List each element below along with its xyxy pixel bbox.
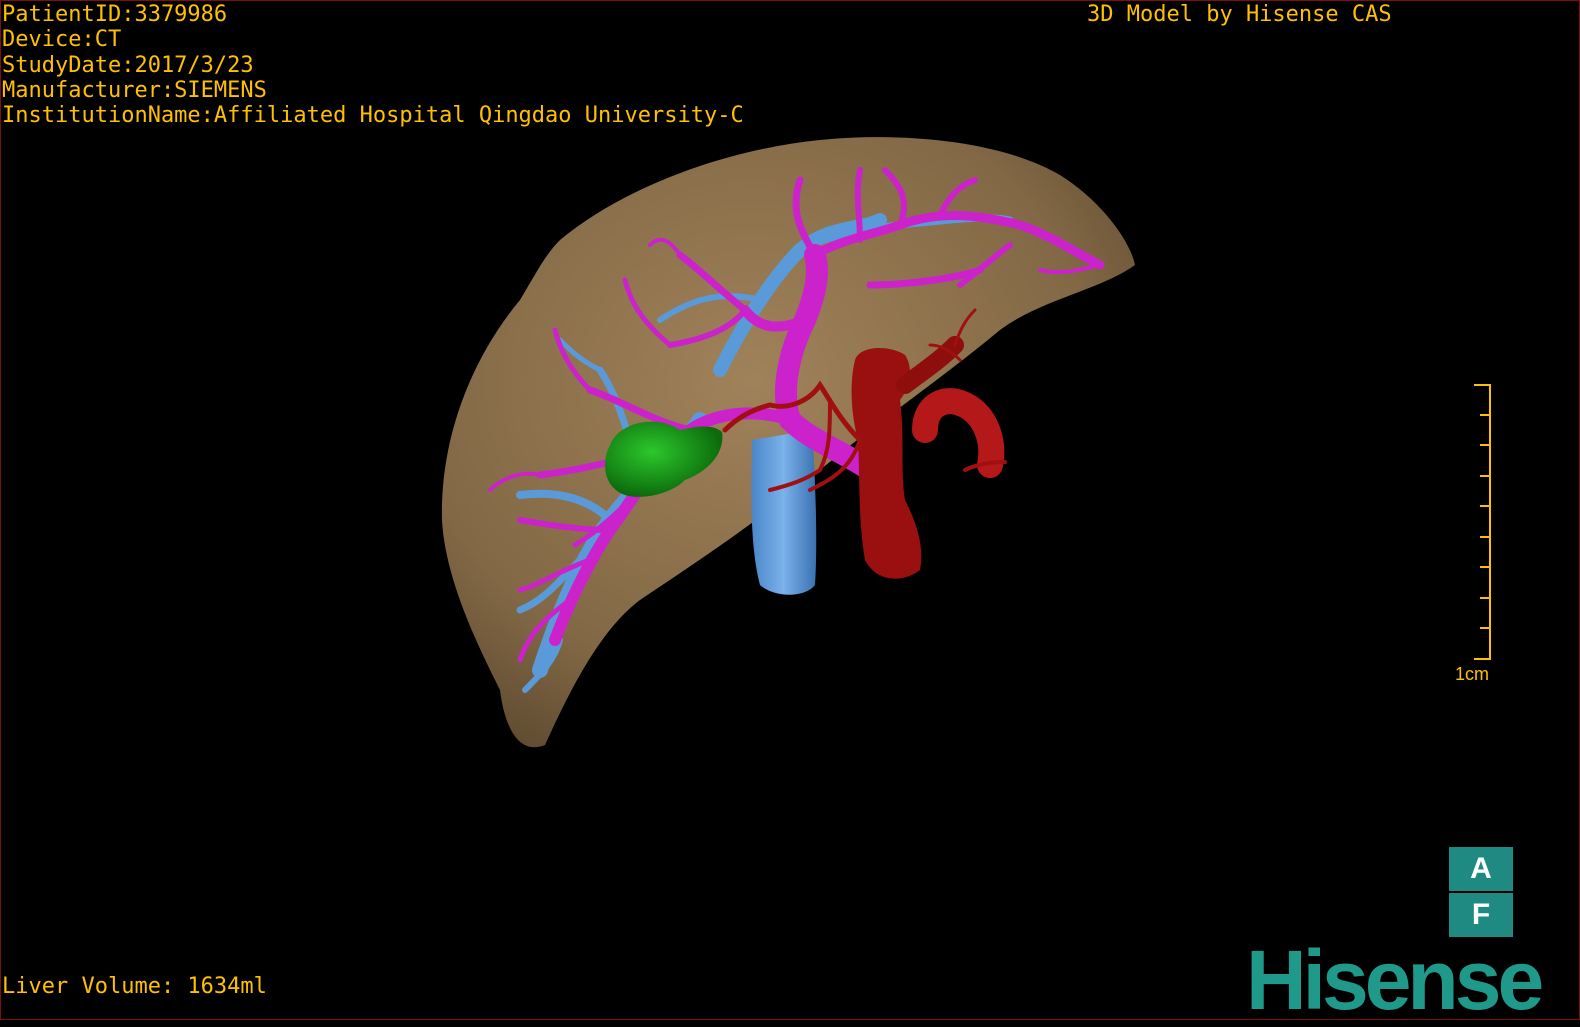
patient-id-text: PatientID:3379986 xyxy=(2,2,228,27)
orientation-foot-face[interactable]: F xyxy=(1449,893,1513,937)
manufacturer-text: Manufacturer:SIEMENS xyxy=(2,77,267,103)
study-date-text: StudyDate:2017/3/23 xyxy=(2,52,254,78)
device-text: Device:CT xyxy=(2,27,122,53)
orientation-cube[interactable]: A F xyxy=(1449,847,1513,937)
hisense-logo: Hisense xyxy=(1246,933,1544,1027)
inferior-vena-cava xyxy=(751,430,817,595)
liver-volume-text: Liver Volume: 1634ml xyxy=(2,974,267,999)
orientation-anterior-face[interactable]: A xyxy=(1449,847,1513,891)
study-info-overlay: PatientID:3379986 Device:CT StudyDate:20… xyxy=(2,2,744,128)
scale-bar xyxy=(1474,384,1491,660)
model-caption: 3D Model by Hisense CAS xyxy=(1087,2,1392,27)
institution-text: InstitutionName:Affiliated Hospital Qing… xyxy=(2,103,744,129)
scale-bar-label: 1cm xyxy=(1455,664,1490,684)
3d-render-viewport[interactable] xyxy=(0,0,1580,1020)
